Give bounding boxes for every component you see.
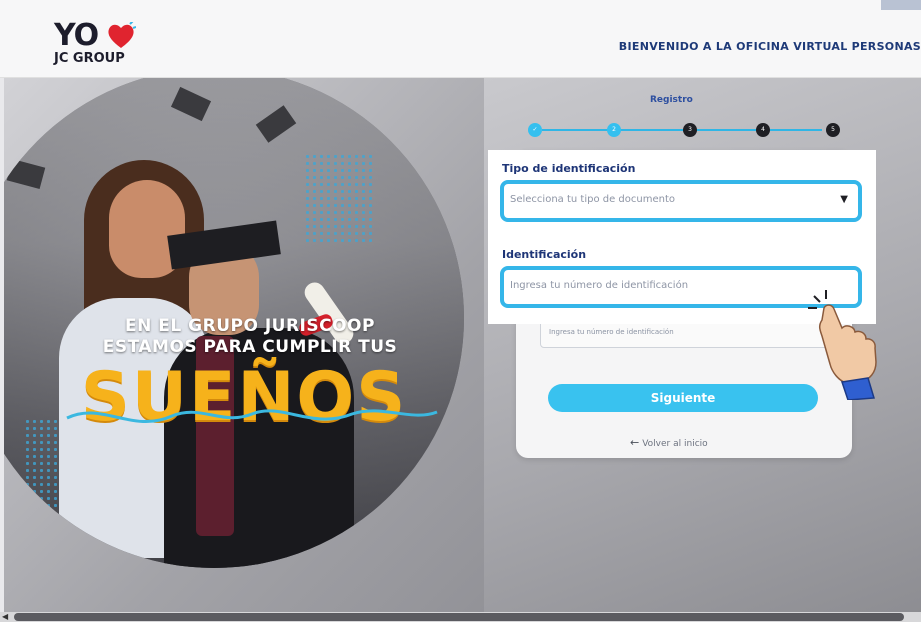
registration-title: Registro [650, 95, 693, 105]
step-3-dot: 3 [683, 123, 697, 137]
next-button[interactable]: Siguiente [548, 384, 818, 412]
id-number-placeholder: Ingresa tu número de identificación [510, 280, 689, 291]
corner-tab [881, 0, 921, 10]
welcome-title: BIENVENIDO A LA OFICINA VIRTUAL PERSONAS [618, 40, 921, 53]
id-number-label: Identificación [502, 248, 587, 261]
registration-stepper: ✓ 2 3 4 5 [528, 122, 848, 138]
scrollbar-thumb[interactable] [14, 613, 904, 621]
id-type-label: Tipo de identificación [502, 162, 636, 175]
hero-slogan: EN EL GRUPO JURISCOOP ESTAMOS PARA CUMPL… [100, 316, 400, 358]
arrow-left-icon: ← [630, 436, 640, 449]
scroll-left-icon[interactable]: ◀ [2, 612, 8, 622]
slogan-line-1: EN EL GRUPO JURISCOOP [125, 316, 375, 336]
step-2-dot: 2 [607, 123, 621, 137]
pointing-hand-icon [808, 290, 877, 400]
slogan-line-2: ESTAMOS PARA CUMPLIR TUS [102, 337, 398, 357]
ghost-id-placeholder: Ingresa tu número de identificación [549, 328, 674, 336]
heart-icon [108, 22, 136, 48]
id-type-placeholder: Selecciona tu tipo de documento [510, 194, 675, 205]
yo-jc-group-logo[interactable]: YO JC GROUP [50, 16, 160, 72]
caret-down-icon: ▼ [840, 194, 848, 205]
step-5-dot: 5 [826, 123, 840, 137]
step-1-dot: ✓ [528, 123, 542, 137]
step-4-dot: 4 [756, 123, 770, 137]
logo-yo-text: YO [54, 18, 99, 53]
logo-group-text: JC GROUP [54, 51, 125, 66]
script-swash [66, 409, 438, 424]
top-header: YO JC GROUP BIENVENIDO A LA OFICINA VIRT… [0, 0, 921, 78]
back-link-label: Volver al inicio [642, 439, 708, 449]
horizontal-scrollbar[interactable]: ◀ [0, 612, 921, 622]
dot-pattern [304, 153, 374, 243]
back-to-home-link[interactable]: ← Volver al inicio [630, 436, 708, 449]
id-type-select[interactable]: Selecciona tu tipo de documento ▼ [500, 180, 862, 222]
stepper-line [542, 129, 822, 131]
